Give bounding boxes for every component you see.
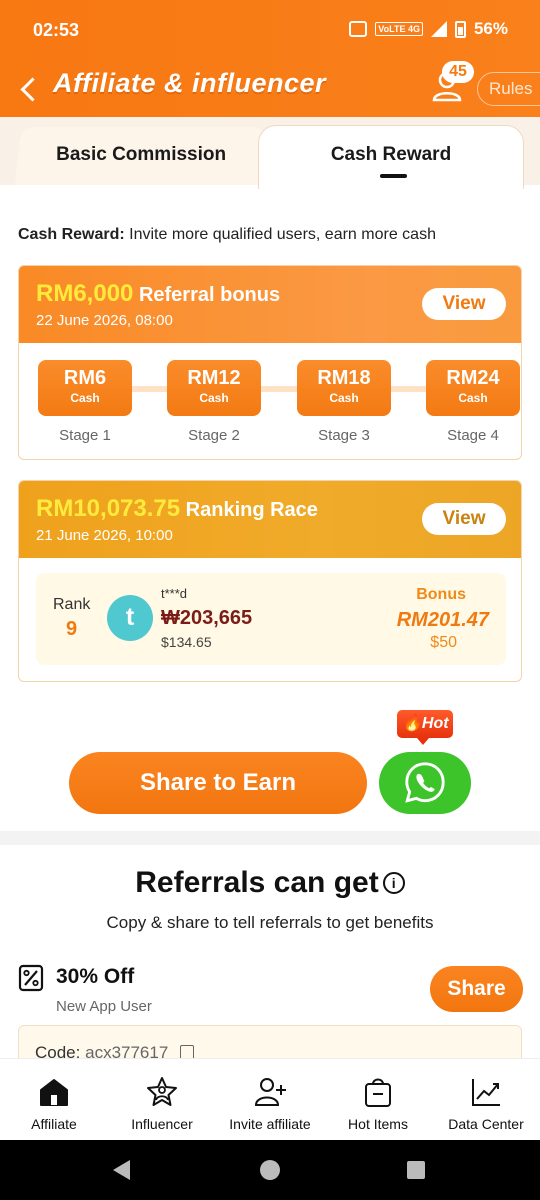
ranking-race-card: RM10,073.75 Ranking Race 21 June 2026, 1… [18, 480, 522, 682]
avatar: t [107, 595, 153, 641]
chart-icon [472, 1079, 500, 1106]
cash-reward-text: Invite more qualified users, earn more c… [124, 226, 436, 243]
tab-basic-commission[interactable]: Basic Commission [14, 127, 268, 185]
stage-list: RM6 Cash Stage 1 RM12 Cash Stage 2 RM18 … [19, 343, 521, 459]
system-recents-icon[interactable] [407, 1161, 425, 1179]
status-icons: VoLTE 4G 56% [349, 19, 508, 39]
active-tab-indicator [380, 174, 407, 178]
stage-label: Stage 2 [188, 427, 240, 444]
referrals-subtitle: Copy & share to tell referrals to get be… [106, 913, 434, 932]
stage-sub: Cash [458, 391, 488, 405]
stage-value: RM18 [317, 367, 371, 389]
referral-bonus-title: RM6,000 Referral bonus [36, 280, 280, 308]
discount-icon [18, 964, 44, 992]
system-home-icon[interactable] [260, 1160, 280, 1180]
star-person-icon [147, 1077, 177, 1106]
discount-title: 30% Off [56, 965, 135, 988]
tab-bar: Basic Commission Cash Reward [0, 117, 540, 189]
bonus-amount: RM201.47 [396, 609, 489, 631]
stage-value: RM12 [187, 367, 241, 389]
status-bar: 02:53 VoLTE 4G 56% [0, 0, 540, 60]
battery-icon [454, 20, 466, 38]
nav-label: Invite affiliate [229, 1116, 311, 1132]
rank-number: 9 [66, 618, 78, 640]
cash-reward-description: Cash Reward: Invite more qualified users… [18, 226, 436, 244]
stage-card-4: RM24 Cash [426, 360, 520, 416]
ranking-race-date: 21 June 2026, 10:00 [36, 527, 173, 544]
referral-bonus-card: RM6,000 Referral bonus 22 June 2026, 08:… [18, 265, 522, 460]
battery-level: 56% [473, 19, 508, 38]
bonus-label: Bonus [416, 586, 466, 603]
referral-bonus-header: RM6,000 Referral bonus 22 June 2026, 08:… [19, 266, 521, 343]
rules-button[interactable]: Rules [477, 72, 540, 106]
referrals-title-text: Referrals can get [135, 866, 379, 899]
tab-cash-reward[interactable]: Cash Reward [258, 125, 524, 189]
nav-item-influencer[interactable]: Influencer [108, 1059, 216, 1141]
page-title: Affiliate & influencer [53, 68, 327, 98]
stage-value: RM24 [446, 367, 500, 389]
section-divider [0, 831, 540, 845]
nav-item-data-center[interactable]: Data Center [432, 1059, 540, 1141]
nav-item-affiliate[interactable]: Affiliate [0, 1059, 108, 1141]
referral-view-button[interactable]: View [422, 288, 506, 320]
hot-label: Hot [421, 715, 449, 732]
stage-sub: Cash [199, 391, 229, 405]
stage-sub: Cash [70, 391, 100, 405]
stage-label: Stage 3 [318, 427, 370, 444]
tab-basic-commission-label: Basic Commission [56, 144, 227, 165]
referral-bonus-date: 22 June 2026, 08:00 [36, 312, 173, 329]
nav-label: Influencer [131, 1116, 193, 1132]
referrals-title: Referrals can get i [0, 866, 540, 900]
cash-reward-prefix: Cash Reward: [18, 226, 125, 243]
referral-bonus-amount: RM6,000 [36, 280, 134, 307]
app-header: 02:53 VoLTE 4G 56% Affiliate & influence… [0, 0, 540, 117]
add-user-icon [254, 1078, 286, 1106]
nav-label: Affiliate [31, 1116, 77, 1132]
status-time: 02:53 [33, 20, 80, 40]
ranking-race-header: RM10,073.75 Ranking Race 21 June 2026, 1… [19, 481, 521, 558]
referral-bonus-label: Referral bonus [138, 284, 281, 306]
nav-label: Data Center [448, 1116, 524, 1132]
fire-icon: 🔥 [402, 715, 422, 732]
stage-label: Stage 4 [447, 427, 499, 444]
stage-value: RM6 [63, 367, 107, 389]
stage-card-1: RM6 Cash [38, 360, 132, 416]
share-to-earn-button[interactable]: Share to Earn [69, 752, 367, 814]
user-amount: ₩203,665 [161, 607, 253, 629]
notification-badge: 45 [442, 61, 474, 83]
rank-label: Rank [53, 596, 91, 613]
screen: 02:53 VoLTE 4G 56% Affiliate & influence… [0, 0, 540, 1200]
ranking-race-amount: RM10,073.75 [36, 495, 181, 522]
stage-connector [79, 386, 459, 392]
stage-card-2: RM12 Cash [167, 360, 261, 416]
hot-badge: 🔥Hot [397, 710, 453, 745]
vibrate-icon [349, 21, 368, 37]
back-button[interactable] [18, 75, 40, 103]
stage-label: Stage 1 [59, 427, 111, 444]
rank-entry: Rank 9 t t***d ₩203,665 $134.65 Bonus RM… [36, 573, 506, 665]
share-button[interactable]: Share [430, 966, 523, 1012]
shopping-bag-icon [365, 1078, 391, 1107]
user-amount-usd: $134.65 [161, 634, 212, 650]
bonus-amount-usd: $50 [430, 634, 457, 651]
whatsapp-icon [405, 762, 445, 803]
stage-card-3: RM18 Cash [297, 360, 391, 416]
discount-subtitle: New App User [56, 998, 152, 1015]
nav-label: Hot Items [348, 1116, 408, 1132]
ranking-race-title: RM10,073.75 Ranking Race [36, 495, 318, 523]
info-icon[interactable]: i [382, 872, 405, 894]
system-back-icon[interactable] [113, 1160, 130, 1180]
nav-item-hot-items[interactable]: Hot Items [324, 1059, 432, 1141]
user-name: t***d [161, 586, 188, 601]
network-label: VoLTE 4G [375, 22, 423, 36]
nav-item-invite-affiliate[interactable]: Invite affiliate [216, 1059, 324, 1141]
whatsapp-share-button[interactable] [379, 752, 471, 814]
system-nav-bar [0, 1140, 540, 1200]
stage-sub: Cash [329, 391, 359, 405]
bottom-nav: Affiliate Influencer Invite affiliate Ho… [0, 1058, 540, 1140]
ranking-view-button[interactable]: View [422, 503, 506, 535]
signal-icon [430, 21, 447, 37]
home-icon [40, 1079, 68, 1106]
ranking-race-label: Ranking Race [185, 499, 318, 521]
